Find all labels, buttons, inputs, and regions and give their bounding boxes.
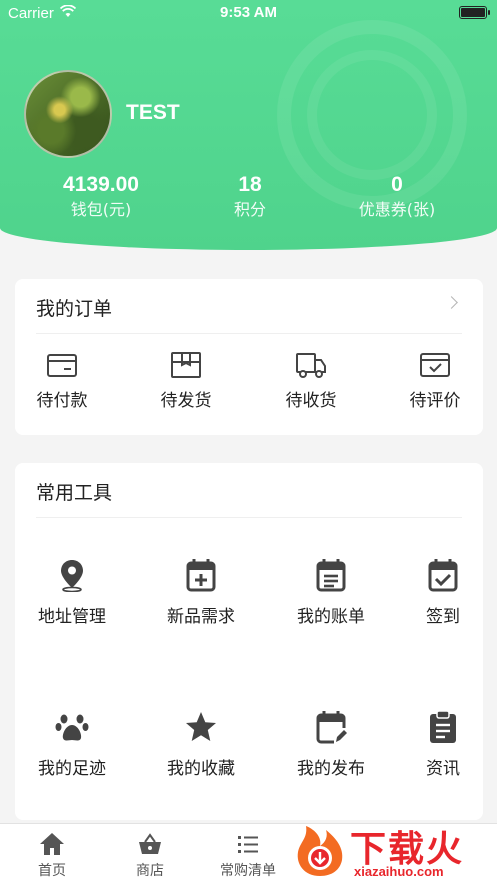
tool-label: 我的账单 bbox=[297, 607, 365, 627]
order-label: 待付款 bbox=[36, 391, 88, 411]
tab-label: 常购清单 bbox=[220, 863, 276, 879]
tools-title: 常用工具 bbox=[36, 482, 113, 504]
stat-label: 积分 bbox=[233, 200, 266, 219]
header-watermark-ring-inner bbox=[307, 50, 437, 180]
location-pin-icon bbox=[61, 560, 83, 592]
tool-label: 签到 bbox=[426, 607, 460, 627]
brand-url: xiazaihuo.com bbox=[354, 864, 444, 879]
tool-my-posts[interactable]: 我的发布 bbox=[276, 710, 386, 779]
stat-value: 0 bbox=[391, 173, 403, 196]
tab-label: 商店 bbox=[136, 863, 164, 879]
order-pending-payment[interactable]: 待付款 bbox=[15, 350, 109, 411]
orders-header[interactable]: 我的订单 bbox=[36, 279, 462, 334]
avatar[interactable] bbox=[24, 70, 112, 158]
tab-home[interactable]: 首页 bbox=[2, 832, 102, 880]
tool-label: 我的收藏 bbox=[167, 759, 235, 779]
tools-header: 常用工具 bbox=[36, 463, 462, 518]
chevron-right-icon bbox=[445, 296, 458, 309]
brand-watermark: 下载火 xiazaihuo.com bbox=[290, 818, 497, 883]
stat-value: 4139.00 bbox=[63, 173, 139, 196]
orders-title: 我的订单 bbox=[36, 298, 113, 320]
calendar-edit-icon bbox=[316, 711, 347, 744]
calendar-check-icon bbox=[428, 559, 458, 592]
home-icon bbox=[40, 833, 64, 855]
tool-my-footprints[interactable]: 我的足迹 bbox=[17, 710, 127, 779]
bill-calendar-icon bbox=[316, 559, 346, 592]
battery-icon bbox=[459, 6, 490, 19]
tab-store[interactable]: 商店 bbox=[100, 832, 200, 880]
order-pending-receipt[interactable]: 待收货 bbox=[264, 350, 358, 411]
clock: 9:53 AM bbox=[220, 4, 277, 21]
tool-news[interactable]: 资讯 bbox=[388, 710, 497, 779]
review-check-icon bbox=[420, 353, 450, 377]
package-box-icon bbox=[171, 352, 201, 378]
stat-points[interactable]: 18 积分 bbox=[180, 172, 320, 222]
order-pending-shipment[interactable]: 待发货 bbox=[139, 350, 233, 411]
tool-label: 资讯 bbox=[426, 759, 460, 779]
stat-label: 钱包(元) bbox=[70, 200, 132, 219]
calendar-plus-icon bbox=[186, 559, 216, 592]
tool-new-product-request[interactable]: 新品需求 bbox=[146, 558, 256, 627]
list-icon bbox=[238, 836, 258, 853]
stat-value: 18 bbox=[238, 173, 262, 196]
paw-print-icon bbox=[55, 714, 89, 741]
orders-card: 我的订单 待付款 待发货 待收货 待评价 bbox=[15, 279, 483, 435]
flame-logo-icon bbox=[297, 826, 343, 876]
username[interactable]: TEST bbox=[126, 101, 180, 125]
tool-label: 我的足迹 bbox=[38, 759, 106, 779]
stat-coupons[interactable]: 0 优惠券(张) bbox=[327, 172, 467, 222]
order-label: 待收货 bbox=[285, 391, 337, 411]
tab-label: 首页 bbox=[38, 863, 66, 879]
tool-label: 新品需求 bbox=[167, 607, 235, 627]
tools-card: 常用工具 地址管理 新品需求 我的账单 签到 我的足迹 我的收藏 我的发布 资讯 bbox=[15, 463, 483, 820]
tool-my-bills[interactable]: 我的账单 bbox=[276, 558, 386, 627]
order-label: 待发货 bbox=[160, 391, 212, 411]
order-pending-review[interactable]: 待评价 bbox=[388, 350, 482, 411]
stat-wallet[interactable]: 4139.00 钱包(元) bbox=[31, 172, 171, 222]
delivery-truck-icon bbox=[296, 353, 326, 378]
star-icon bbox=[186, 712, 216, 741]
tool-my-favorites[interactable]: 我的收藏 bbox=[146, 710, 256, 779]
clipboard-icon bbox=[430, 710, 456, 743]
wallet-card-icon bbox=[47, 354, 77, 377]
shopping-basket-icon bbox=[139, 833, 161, 854]
order-label: 待评价 bbox=[409, 391, 461, 411]
tool-check-in[interactable]: 签到 bbox=[388, 558, 497, 627]
tab-shopping-list[interactable]: 常购清单 bbox=[198, 832, 298, 880]
tool-label: 地址管理 bbox=[38, 607, 106, 627]
tool-address-management[interactable]: 地址管理 bbox=[17, 558, 127, 627]
stat-label: 优惠券(张) bbox=[358, 200, 436, 219]
tool-label: 我的发布 bbox=[297, 759, 365, 779]
status-bar: Carrier 9:53 AM bbox=[0, 0, 497, 28]
